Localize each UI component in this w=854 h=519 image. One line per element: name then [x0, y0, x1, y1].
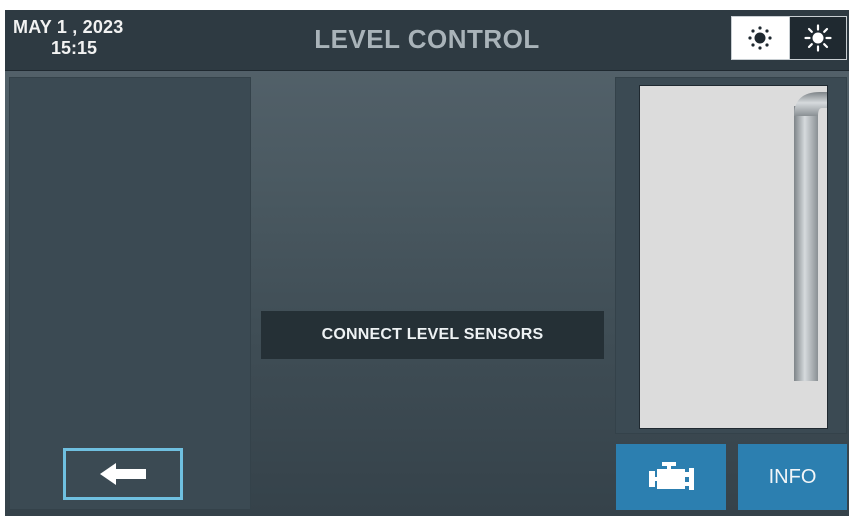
info-button[interactable]: INFO	[738, 444, 847, 510]
brightness-low-button[interactable]	[732, 17, 789, 59]
sun-bright-icon	[804, 24, 832, 52]
page-title: LEVEL CONTROL	[314, 24, 540, 54]
sun-dim-icon	[748, 26, 772, 50]
back-button[interactable]	[63, 448, 183, 500]
left-arrow-icon	[100, 463, 146, 485]
engine-icon	[649, 462, 694, 490]
top-bar: MAY 1 , 2023 15:15 LEVEL CONTROL	[5, 10, 849, 71]
tank-level-display	[639, 85, 828, 429]
brightness-high-button[interactable]	[788, 17, 846, 59]
right-panel	[615, 77, 847, 434]
engine-button[interactable]	[616, 444, 726, 510]
connect-sensors-message: CONNECT LEVEL SENSORS	[261, 311, 604, 359]
screen: MAY 1 , 2023 15:15 LEVEL CONTROL CONNECT…	[5, 10, 849, 516]
sensor-pipe-icon	[794, 92, 827, 381]
brightness-toggle	[731, 16, 847, 60]
left-panel	[9, 77, 251, 510]
